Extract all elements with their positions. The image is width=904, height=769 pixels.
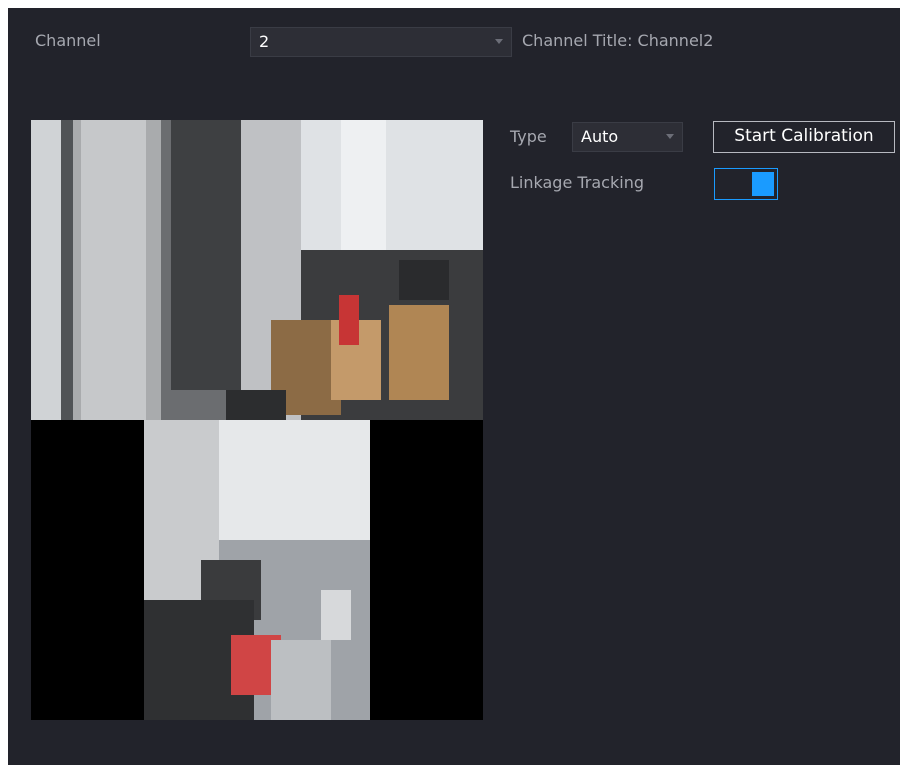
linkage-tracking-toggle[interactable] — [714, 168, 778, 200]
chevron-down-icon — [666, 134, 674, 139]
channel-label: Channel — [35, 31, 101, 50]
start-calibration-button[interactable]: Start Calibration — [713, 121, 895, 153]
channel-select[interactable]: 2 — [250, 27, 512, 57]
camera-feed — [31, 120, 483, 720]
chevron-down-icon — [495, 39, 503, 44]
video-preview[interactable] — [31, 120, 483, 720]
channel-select-value: 2 — [259, 32, 270, 51]
channel-title-text: Channel Title: Channel2 — [522, 31, 714, 50]
settings-panel: Channel 2 Channel Title: Channel2 Type A… — [8, 8, 900, 765]
type-select[interactable]: Auto — [572, 122, 683, 152]
linkage-tracking-label: Linkage Tracking — [510, 173, 644, 192]
type-select-value: Auto — [581, 127, 619, 146]
type-label: Type — [510, 127, 547, 146]
toggle-knob — [752, 172, 774, 196]
